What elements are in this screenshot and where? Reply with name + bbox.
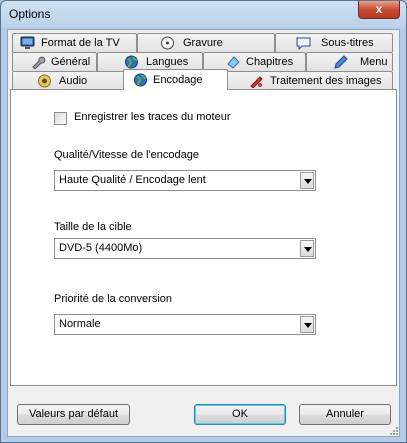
globe-icon	[125, 55, 138, 69]
tab-encodage[interactable]: Encodage	[123, 69, 228, 90]
window-title: Options	[9, 7, 51, 21]
dropdown-arrow-button[interactable]	[300, 172, 314, 189]
tab-label: Menu	[360, 56, 388, 68]
target-size-label: Taille de la cible	[54, 221, 132, 233]
tab-label: Langues	[146, 56, 189, 68]
title-bar[interactable]: Options x	[1, 1, 406, 29]
tab-sous-titres[interactable]: Sous-titres	[275, 33, 393, 52]
priority-select[interactable]: Normale	[54, 314, 316, 335]
tab-label: Format de la TV	[41, 37, 120, 49]
tab-label: Gravure	[183, 37, 223, 49]
dropdown-arrow-button[interactable]	[300, 240, 314, 257]
tab-gravure[interactable]: Gravure	[137, 33, 275, 52]
chevron-down-icon	[304, 247, 312, 252]
chevron-down-icon	[304, 179, 312, 184]
tab-traitement-images[interactable]: Traitement des images	[226, 71, 393, 90]
log-engine-checkbox[interactable]	[54, 112, 67, 125]
dialog-client: Format de la TV Gravure Sous-titres Géné…	[7, 29, 400, 437]
ok-button[interactable]: OK	[194, 404, 286, 425]
tv-icon	[20, 36, 35, 49]
priority-label: Priorité de la conversion	[54, 293, 173, 305]
resize-grip-icon[interactable]	[389, 426, 399, 436]
encodage-panel: Enregistrer les traces du moteur Qualité…	[10, 89, 397, 386]
image-tools-icon	[250, 76, 263, 88]
log-engine-label: Enregistrer les traces du moteur	[74, 111, 231, 123]
chapter-icon	[227, 56, 240, 69]
tab-general[interactable]: Général	[12, 52, 97, 71]
quality-value: Haute Qualité / Encodage lent	[59, 174, 206, 186]
close-icon: x	[375, 2, 383, 16]
tab-label: Sous-titres	[321, 37, 374, 49]
target-size-select[interactable]: DVD-5 (4400Mo)	[54, 238, 316, 259]
tab-label: Chapitres	[246, 56, 294, 68]
tab-label: Encodage	[153, 74, 203, 86]
tab-format-tv[interactable]: Format de la TV	[12, 33, 137, 52]
quality-select[interactable]: Haute Qualité / Encodage lent	[54, 170, 316, 191]
dropdown-arrow-button[interactable]	[300, 316, 314, 333]
target-size-value: DVD-5 (4400Mo)	[59, 242, 143, 254]
tab-label: Traitement des images	[270, 75, 382, 87]
tab-label: Général	[51, 56, 91, 68]
defaults-button[interactable]: Valeurs par défaut	[17, 404, 130, 425]
quality-label: Qualité/Vitesse de l'encodage	[54, 149, 199, 161]
options-window: Options x Format de la TV Gravure Sous-t…	[0, 0, 407, 443]
tab-menu[interactable]: Menu	[306, 52, 393, 71]
speech-bubble-icon	[296, 37, 311, 50]
wrench-icon	[32, 56, 46, 69]
cancel-button[interactable]: Annuler	[299, 404, 391, 425]
chevron-down-icon	[304, 323, 312, 328]
tab-audio[interactable]: Audio	[12, 71, 125, 90]
speaker-icon	[38, 74, 51, 88]
tab-label: Audio	[59, 75, 88, 87]
globe-icon	[134, 73, 147, 87]
close-button[interactable]: x	[358, 1, 400, 19]
pen-icon	[334, 55, 348, 69]
disc-icon	[161, 36, 174, 50]
priority-value: Normale	[59, 318, 101, 330]
